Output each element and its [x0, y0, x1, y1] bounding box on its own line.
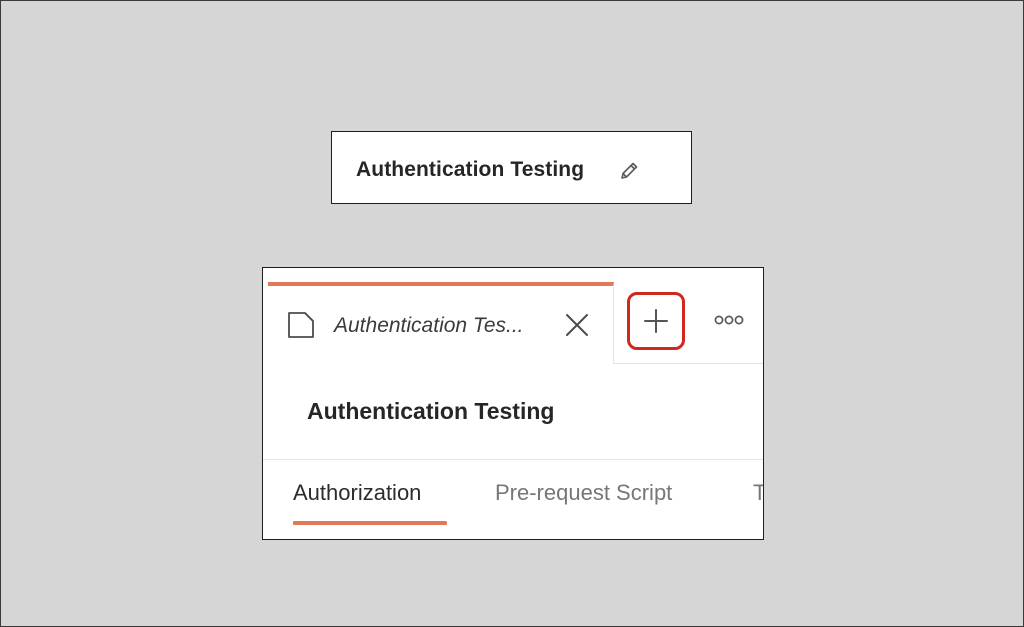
collection-name-card: Authentication Testing — [331, 131, 692, 204]
more-options-icon[interactable] — [713, 312, 747, 328]
screenshot-canvas: Authentication Testing Authentication Te… — [0, 0, 1024, 627]
tab-label: Authentication Tes... — [334, 314, 524, 337]
section-divider — [263, 459, 763, 460]
tab-pre-request-script[interactable]: Pre-request Script — [495, 480, 672, 506]
tab-tests[interactable]: T — [753, 480, 763, 506]
tab-authentication-testing[interactable]: Authentication Tes... — [268, 282, 614, 364]
close-icon[interactable] — [564, 312, 590, 338]
selected-tab-indicator — [293, 521, 447, 525]
collection-name: Authentication Testing — [356, 158, 585, 181]
tab-authorization[interactable]: Authorization — [293, 480, 421, 506]
plus-icon — [644, 309, 668, 333]
collection-title: Authentication Testing — [307, 398, 555, 424]
tab-strip-border — [613, 363, 763, 364]
pencil-icon[interactable] — [618, 160, 640, 182]
collection-panel: Authentication Tes... Authentication Tes… — [262, 267, 764, 540]
tab-bar: Authentication Tes... — [263, 268, 763, 364]
new-tab-button[interactable] — [627, 292, 685, 350]
document-icon — [286, 310, 316, 340]
